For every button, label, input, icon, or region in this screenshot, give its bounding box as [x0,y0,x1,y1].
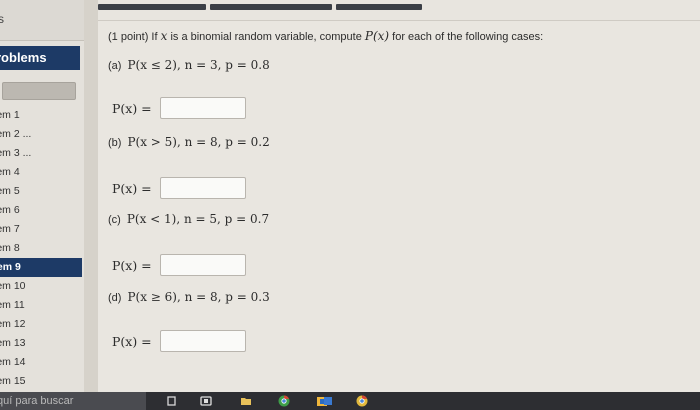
sidebar-item-label: lem 8 [0,242,20,254]
part-c-question: (c) P(x < 1), n = 5, p = 0.7 [108,212,269,226]
sidebar-item-label: lem 12 [0,318,26,330]
part-c-answer-input[interactable] [160,254,246,276]
part-a-question: (a) P(x ≤ 2), n = 3, p = 0.8 [108,58,270,72]
toolbar-bar [98,4,206,10]
sidebar-item-problem-13[interactable]: lem 13 [0,334,82,353]
sidebar-item-label: lem 7 [0,223,20,235]
sidebar-item-label: lem 9 [0,261,21,273]
chrome-icon[interactable] [278,395,290,407]
statement-suffix: for each of the following cases: [392,31,544,43]
statement-function: P(x) [364,29,390,43]
sidebar-item-label: lem 14 [0,356,26,368]
part-label: (a) [108,60,122,72]
sidebar-item-label: lem 5 [0,185,20,197]
sidebar-header-text: s [0,12,4,26]
sidebar-item-label: lem 2 ... [0,128,32,140]
sidebar-item-problem-3[interactable]: lem 3 ... [0,144,82,163]
part-b-question: (b) P(x > 5), n = 8, p = 0.2 [108,135,270,149]
answer-label: P(x) = [112,101,152,116]
top-toolbar [98,0,700,14]
sidebar-item-label: lem 4 [0,166,20,178]
sidebar-item-problem-10[interactable]: lem 10 [0,277,82,296]
sidebar-collapse-button[interactable] [2,82,76,100]
toolbar-bar [210,4,332,10]
problem-statement: (1 point) If x is a binomial random vari… [108,29,543,43]
sidebar-item-problem-5[interactable]: lem 5 [0,182,82,201]
part-a-answer-input[interactable] [160,97,246,119]
statement-variable: x [160,29,168,43]
problem-sidebar: s roblems lem 1lem 2 ...lem 3 ...lem 4le… [0,0,84,392]
part-expression: P(x < 1), n = 5, p = 0.7 [126,212,270,226]
sidebar-item-problem-1[interactable]: lem 1 [0,106,82,125]
sidebar-item-label: lem 6 [0,204,20,216]
part-label: (d) [108,292,122,304]
taskbar-search-box[interactable]: quí para buscar [0,392,146,410]
toolbar-bar [336,4,422,10]
sidebar-item-problem-6[interactable]: lem 6 [0,201,82,220]
sidebar-item-label: lem 3 ... [0,147,32,159]
part-expression: P(x ≤ 2), n = 3, p = 0.8 [127,58,270,72]
answer-label: P(x) = [112,181,152,196]
sidebar-item-label: lem 1 [0,109,20,121]
problem-list: lem 1 lem 2 ... lem 3 ... lem 4 lem 5 lem 6 le… [0,106,82,391]
part-label: (c) [108,214,121,226]
sidebar-item-problem-2[interactable]: lem 2 ... [0,125,82,144]
sidebar-item-label: lem 11 [0,299,25,311]
file-explorer-icon[interactable] [200,395,212,407]
sidebar-item-problem-7[interactable]: lem 7 [0,220,82,239]
problem-panel: (1 point) If x is a binomial random vari… [98,0,700,393]
part-d-answer-input[interactable] [160,330,246,352]
sidebar-item-problem-9[interactable]: lem 9 [0,258,82,277]
sidebar-item-problem-15[interactable]: lem 15 [0,372,82,391]
sidebar-item-label: lem 13 [0,337,26,349]
chrome-alt-icon[interactable] [356,395,368,407]
sidebar-item-label: lem 15 [0,375,26,387]
folder-icon[interactable] [240,395,252,407]
statement-prefix: (1 point) If [108,31,158,43]
sidebar-item-label: lem 10 [0,280,26,292]
sidebar-item-problem-11[interactable]: lem 11 [0,296,82,315]
sidebar-item-problem-14[interactable]: lem 14 [0,353,82,372]
task-view-icon[interactable] [166,395,178,407]
windows-taskbar: quí para buscar [0,392,700,410]
part-d-question: (d) P(x ≥ 6), n = 8, p = 0.3 [108,290,270,304]
statement-middle: is a binomial random variable, compute [170,31,362,43]
problem-body: (1 point) If x is a binomial random vari… [98,20,700,393]
taskbar-search-placeholder: quí para buscar [0,395,74,407]
sidebar-header: s [0,0,84,41]
sidebar-item-problem-8[interactable]: lem 8 [0,239,82,258]
part-label: (b) [108,137,122,149]
photos-icon[interactable] [322,395,334,407]
answer-label: P(x) = [112,258,152,273]
sidebar-item-problem-12[interactable]: lem 12 [0,315,82,334]
sidebar-item-problem-4[interactable]: lem 4 [0,163,82,182]
problems-heading: roblems [0,46,80,70]
part-b-answer-input[interactable] [160,177,246,199]
part-expression: P(x ≥ 6), n = 8, p = 0.3 [127,290,270,304]
answer-label: P(x) = [112,334,152,349]
part-expression: P(x > 5), n = 8, p = 0.2 [127,135,270,149]
problems-heading-label: roblems [0,50,47,65]
